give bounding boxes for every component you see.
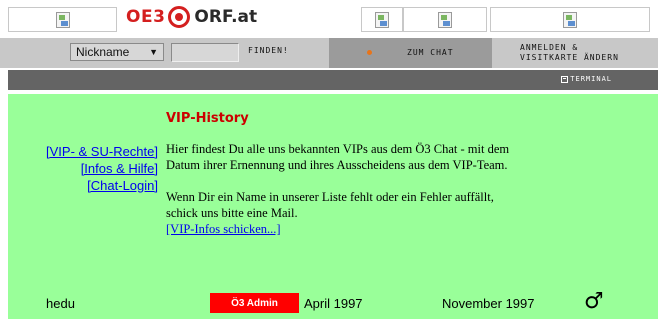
banner-image-right[interactable] bbox=[490, 7, 650, 32]
intro-paragraph-2: Wenn Dir ein Name in unserer Liste fehlt… bbox=[166, 189, 516, 237]
logo-orf-text: ORF.at bbox=[194, 7, 258, 27]
terminal-icon bbox=[561, 75, 569, 83]
oe3-ring-icon bbox=[168, 6, 191, 28]
find-button[interactable]: FINDEN! bbox=[248, 46, 289, 55]
intro-paragraph-2-text: Wenn Dir ein Name in unserer Liste fehlt… bbox=[166, 190, 494, 220]
vip-end-date: November 1997 bbox=[442, 296, 535, 311]
terminal-label: TERMINAL bbox=[570, 75, 612, 83]
terminal-bar: TERMINAL bbox=[8, 70, 658, 90]
nickname-select[interactable]: Nickname ▼ bbox=[70, 43, 164, 61]
main-content: VIP-History [VIP- & SU-Rechte] [Infos & … bbox=[8, 94, 658, 319]
login-line-2: VISITKARTE ÄNDERN bbox=[520, 53, 619, 62]
link-vip-su-rights[interactable]: [VIP- & SU-Rechte] bbox=[28, 143, 158, 160]
broken-image-icon bbox=[438, 12, 452, 28]
link-info-help[interactable]: [Infos & Hilfe] bbox=[28, 160, 158, 177]
page-title: VIP-History bbox=[166, 111, 249, 126]
logo-oe3-text: OE3 bbox=[126, 7, 166, 27]
nickname-search-input[interactable] bbox=[171, 43, 239, 62]
chat-button[interactable]: ZUM CHAT bbox=[329, 38, 492, 68]
login-line-1: ANMELDEN & bbox=[520, 43, 579, 52]
nav-bar: Nickname ▼ FINDEN! ZUM CHAT ANMELDEN & V… bbox=[0, 38, 658, 68]
orange-dot-icon bbox=[367, 50, 372, 55]
banner-image-small-2[interactable] bbox=[403, 7, 487, 32]
chat-button-label: ZUM CHAT bbox=[407, 48, 454, 57]
banner-image-left[interactable] bbox=[8, 7, 117, 32]
intro-paragraph-1: Hier findest Du alle uns bekannten VIPs … bbox=[166, 142, 510, 172]
vip-role-badge: Ö3 Admin bbox=[210, 293, 299, 313]
intro-text: Hier findest Du alle uns bekannten VIPs … bbox=[166, 141, 516, 237]
nickname-select-value: Nickname bbox=[76, 45, 130, 59]
broken-image-icon bbox=[56, 12, 70, 28]
broken-image-icon bbox=[375, 12, 389, 28]
vip-start-date: April 1997 bbox=[304, 296, 363, 311]
login-link[interactable]: ANMELDEN & VISITKARTE ÄNDERN bbox=[520, 43, 619, 63]
send-vip-info-link[interactable]: [VIP-Infos schicken...] bbox=[166, 222, 281, 236]
side-links: [VIP- & SU-Rechte] [Infos & Hilfe] [Chat… bbox=[28, 143, 158, 194]
link-chat-login[interactable]: [Chat-Login] bbox=[28, 177, 158, 194]
terminal-link[interactable]: TERMINAL bbox=[561, 75, 612, 83]
top-banner: OE3 ORF.at bbox=[0, 0, 658, 36]
male-symbol-icon: ♂ bbox=[584, 289, 604, 314]
vip-row: hedu Ö3 Admin April 1997 November 1997 ♂ bbox=[8, 289, 658, 315]
dropdown-arrow-icon: ▼ bbox=[149, 47, 158, 57]
broken-image-icon bbox=[563, 12, 577, 28]
oe3-orf-logo[interactable]: OE3 ORF.at bbox=[126, 4, 257, 30]
vip-name: hedu bbox=[46, 296, 75, 311]
banner-image-small-1[interactable] bbox=[361, 7, 403, 32]
